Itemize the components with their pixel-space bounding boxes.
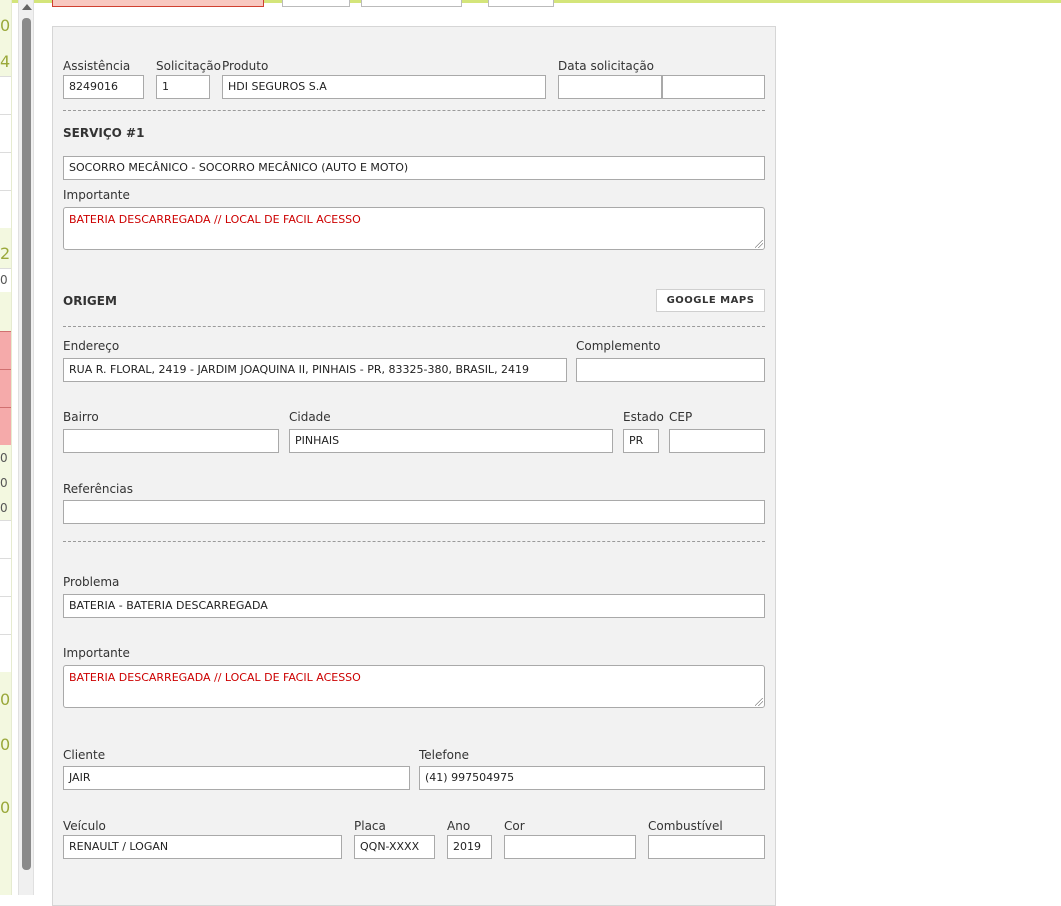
problema-label: Problema <box>63 575 120 589</box>
bairro-label: Bairro <box>63 410 99 424</box>
placa-field[interactable]: QQN-XXXX <box>354 835 435 859</box>
top-partial-button[interactable] <box>361 0 462 7</box>
problema-field[interactable]: BATERIA - BATERIA DESCARREGADA <box>63 594 765 618</box>
importante-label: Importante <box>63 188 130 202</box>
strip-value: 0 <box>0 501 8 515</box>
ano-field[interactable]: 2019 <box>447 835 492 859</box>
strip-cell <box>0 76 11 114</box>
cep-field[interactable] <box>669 429 765 453</box>
combustivel-field[interactable] <box>648 835 765 859</box>
importante-textarea[interactable]: BATERIA DESCARREGADA // LOCAL DE FACIL A… <box>63 665 765 708</box>
vertical-scrollbar[interactable] <box>18 0 34 895</box>
cliente-label: Cliente <box>63 748 106 762</box>
cor-label: Cor <box>504 819 525 833</box>
strip-cell <box>0 634 11 672</box>
strip-value: 0 <box>0 451 8 465</box>
servico-title: SERVIÇO #1 <box>63 126 145 140</box>
scroll-thumb[interactable] <box>22 18 31 870</box>
resize-grip-icon[interactable] <box>755 240 763 248</box>
strip-cell-alert <box>0 407 11 445</box>
cliente-field[interactable]: JAIR <box>63 766 410 790</box>
strip-number: 0 <box>0 690 11 709</box>
strip-cell <box>0 114 11 152</box>
servico-field[interactable]: SOCORRO MECÂNICO - SOCORRO MECÂNICO (AUT… <box>63 156 765 180</box>
strip-number: 0 <box>0 735 11 754</box>
background-page-strip: 0 4 2 0 0 0 0 0 0 0 <box>0 0 12 895</box>
referencias-field[interactable] <box>63 500 765 524</box>
top-partial-button[interactable] <box>282 0 350 7</box>
strip-cell-alert <box>0 369 11 407</box>
strip-cell <box>0 596 11 634</box>
strip-number: 0 <box>0 16 11 35</box>
data-solicitacao-label: Data solicitação <box>558 59 655 73</box>
importante-label: Importante <box>63 646 130 660</box>
data-solicitacao-time-field[interactable] <box>662 75 765 99</box>
cidade-field[interactable]: PINHAIS <box>289 429 613 453</box>
strip-value: 0 <box>0 273 8 287</box>
solicitacao-field[interactable]: 1 <box>156 75 210 99</box>
strip-number: 2 <box>0 244 11 263</box>
ano-label: Ano <box>447 819 471 833</box>
strip-number: 0 <box>0 798 11 817</box>
produto-field[interactable]: HDI SEGUROS S.A <box>222 75 546 99</box>
assistencia-label: Assistência <box>63 59 131 73</box>
resize-grip-icon[interactable] <box>755 698 763 706</box>
top-partial-button[interactable] <box>488 0 554 7</box>
telefone-label: Telefone <box>419 748 469 762</box>
produto-label: Produto <box>222 59 269 73</box>
strip-cell <box>0 190 11 228</box>
importante-text: BATERIA DESCARREGADA // LOCAL DE FACIL A… <box>69 671 361 684</box>
importante-textarea[interactable]: BATERIA DESCARREGADA // LOCAL DE FACIL A… <box>63 207 765 250</box>
estado-field[interactable]: PR <box>623 429 659 453</box>
strip-cell-alert <box>0 331 11 369</box>
endereco-label: Endereço <box>63 339 120 353</box>
assistencia-field[interactable]: 8249016 <box>63 75 144 99</box>
section-divider <box>63 326 765 327</box>
bairro-field[interactable] <box>63 429 279 453</box>
top-partial-button[interactable] <box>52 0 264 7</box>
estado-label: Estado <box>623 410 664 424</box>
complemento-label: Complemento <box>576 339 661 353</box>
data-solicitacao-date-field[interactable] <box>558 75 662 99</box>
cep-label: CEP <box>669 410 693 424</box>
strip-cell <box>0 152 11 190</box>
strip-cell <box>0 520 11 558</box>
section-divider <box>63 541 765 542</box>
solicitacao-label: Solicitação <box>156 59 221 73</box>
veiculo-field[interactable]: RENAULT / LOGAN <box>63 835 342 859</box>
origem-title: ORIGEM <box>63 294 117 308</box>
importante-text: BATERIA DESCARREGADA // LOCAL DE FACIL A… <box>69 213 361 226</box>
section-divider <box>63 110 765 111</box>
strip-number: 4 <box>0 52 11 71</box>
combustivel-label: Combustível <box>648 819 723 833</box>
cidade-label: Cidade <box>289 410 331 424</box>
telefone-field[interactable]: (41) 997504975 <box>419 766 765 790</box>
google-maps-button[interactable]: GOOGLE MAPS <box>656 289 765 312</box>
strip-cell <box>0 558 11 596</box>
endereco-field[interactable]: RUA R. FLORAL, 2419 - JARDIM JOAQUINA II… <box>63 358 567 382</box>
placa-label: Placa <box>354 819 386 833</box>
cor-field[interactable] <box>504 835 636 859</box>
complemento-field[interactable] <box>576 358 765 382</box>
scroll-up-arrow-icon[interactable] <box>22 4 32 10</box>
strip-value: 0 <box>0 476 8 490</box>
service-form-panel: Assistência Solicitação Produto Data sol… <box>52 26 776 906</box>
veiculo-label: Veículo <box>63 819 106 833</box>
referencias-label: Referências <box>63 482 133 496</box>
